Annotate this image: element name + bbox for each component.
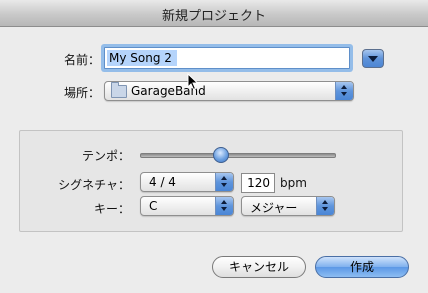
bpm-field[interactable]: 120 bbox=[241, 173, 275, 193]
updown-arrows-icon bbox=[215, 197, 233, 215]
name-label: 名前： bbox=[63, 53, 100, 67]
new-project-dialog: 新規プロジェクト 名前： My Song 2 場所： GarageBand テン… bbox=[0, 0, 428, 293]
name-field[interactable]: My Song 2 bbox=[104, 47, 350, 69]
scale-popup[interactable]: メジャー bbox=[241, 196, 335, 216]
bpm-unit: bpm bbox=[280, 176, 307, 190]
signature-label: シグネチャ： bbox=[58, 178, 130, 192]
updown-arrows-icon bbox=[316, 197, 334, 215]
title-bar: 新規プロジェクト bbox=[0, 0, 428, 27]
location-label: 場所： bbox=[63, 86, 100, 100]
name-field-value: My Song 2 bbox=[109, 51, 172, 65]
key-popup[interactable]: C bbox=[140, 196, 234, 216]
expand-button[interactable] bbox=[362, 49, 384, 68]
signature-popup[interactable]: 4 / 4 bbox=[140, 172, 234, 192]
updown-arrows-icon bbox=[215, 173, 233, 191]
dialog-title: 新規プロジェクト bbox=[161, 9, 266, 24]
scale-value: メジャー bbox=[250, 201, 298, 215]
key-label: キー： bbox=[93, 202, 130, 216]
cancel-button[interactable]: キャンセル bbox=[212, 256, 306, 278]
folder-icon bbox=[111, 82, 127, 98]
signature-value: 4 / 4 bbox=[149, 175, 176, 189]
key-value: C bbox=[149, 199, 158, 213]
location-popup[interactable]: GarageBand bbox=[104, 81, 354, 101]
updown-arrows-icon bbox=[335, 82, 353, 100]
mouse-pointer-icon bbox=[187, 73, 199, 91]
bpm-value: 120 bbox=[247, 176, 270, 190]
tempo-label: テンポ： bbox=[81, 149, 130, 163]
chevron-down-icon bbox=[368, 56, 378, 62]
tempo-slider[interactable] bbox=[140, 153, 336, 158]
create-button[interactable]: 作成 bbox=[315, 256, 409, 278]
